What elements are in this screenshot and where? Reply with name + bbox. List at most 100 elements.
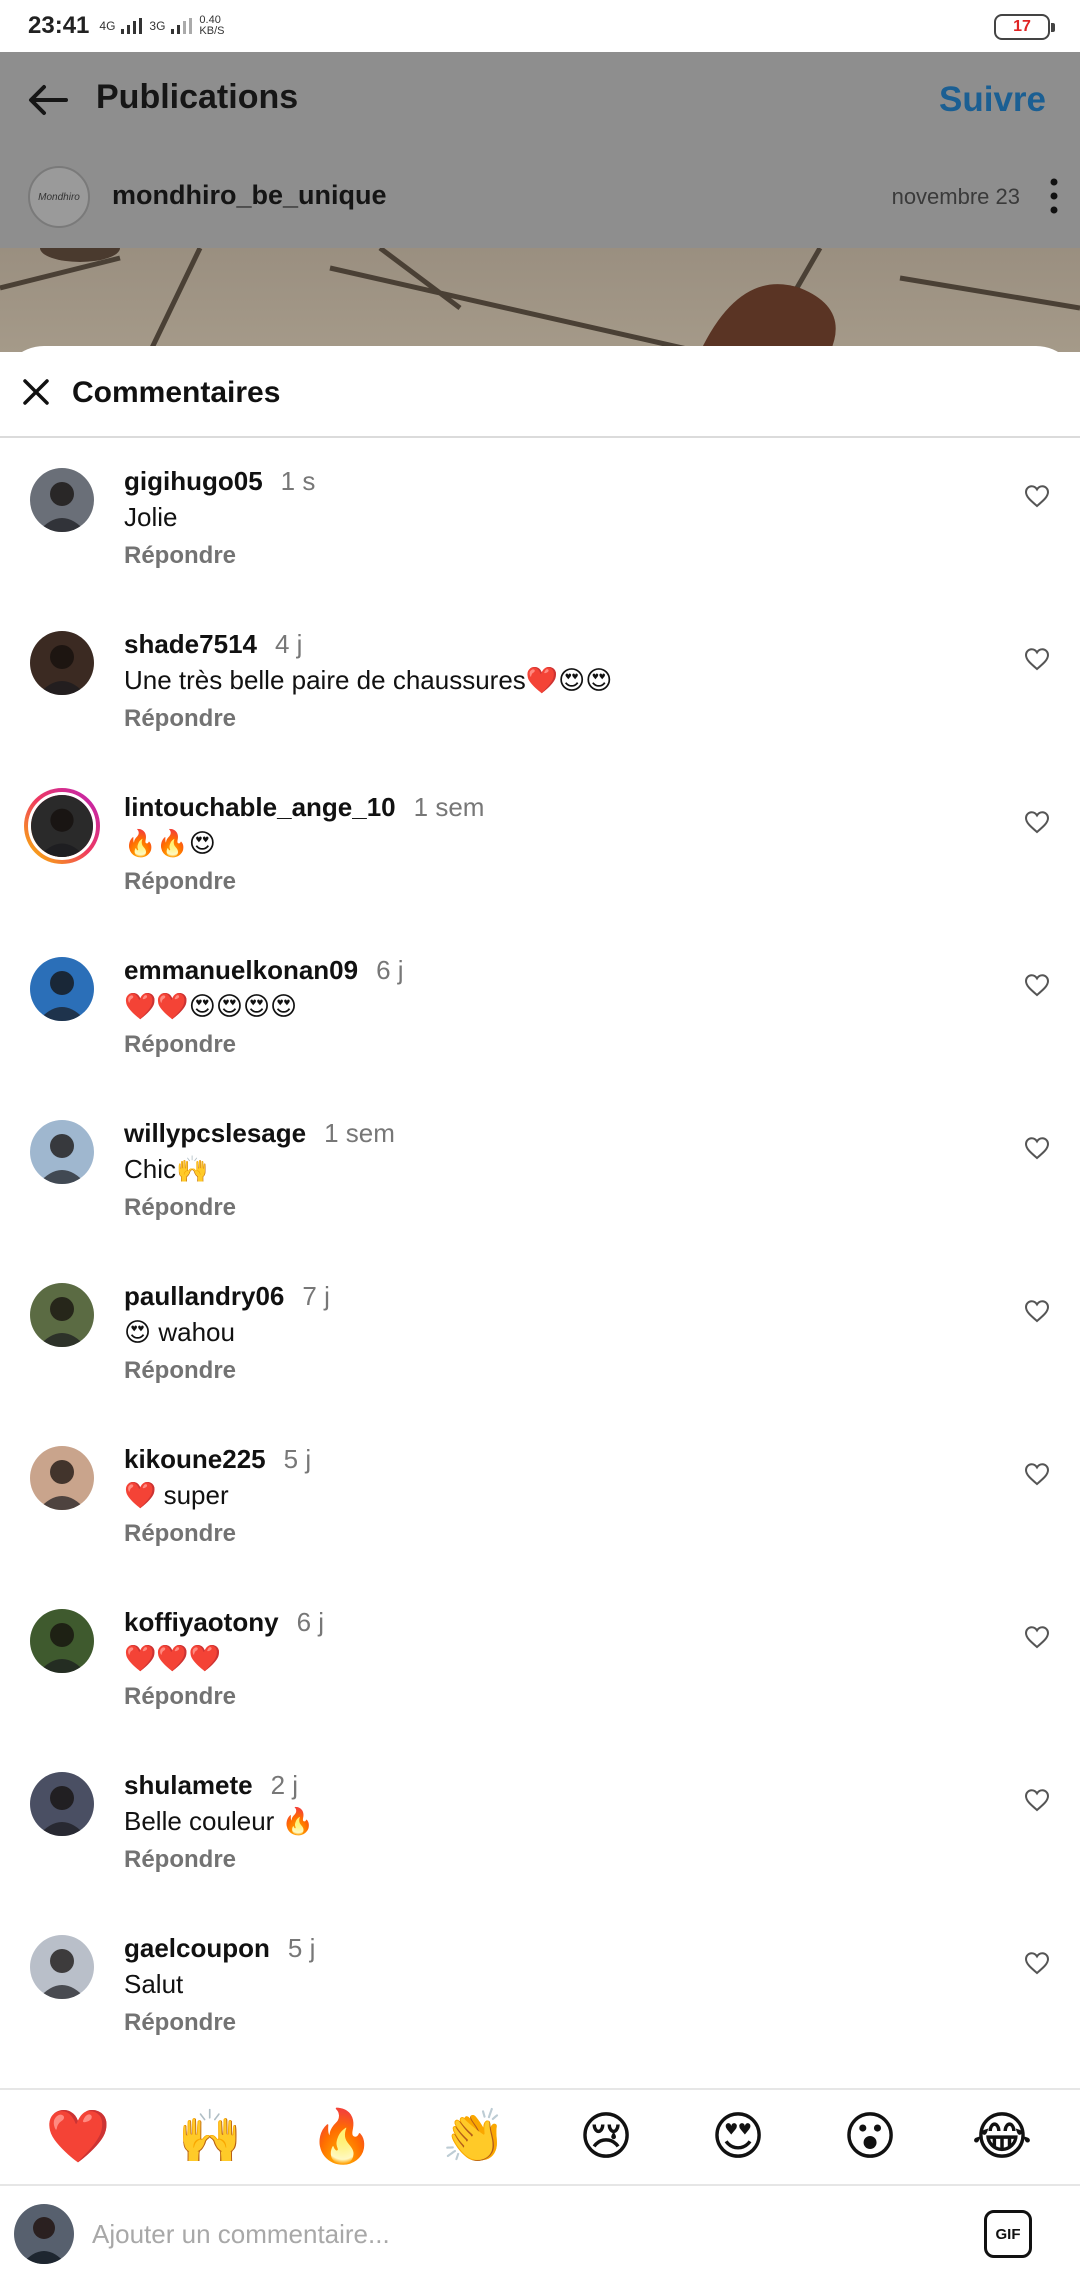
post-image[interactable] (0, 248, 1080, 352)
comment-time: 7 j (302, 1281, 330, 1311)
author-avatar[interactable]: Mondhiro (28, 166, 90, 228)
heart-icon[interactable] (1024, 1462, 1050, 1486)
signal-icon-2 (171, 18, 193, 34)
commenter-avatar[interactable] (30, 1935, 94, 1999)
commenter-avatar[interactable] (30, 1283, 94, 1347)
comments-sheet: Commentaires gigihugo05 1 s Jolie Répondr… (0, 346, 1080, 2280)
commenter-username[interactable]: kikoune225 (124, 1444, 266, 1474)
comment-item[interactable]: shulamete 2 j Belle couleur 🔥 Répondre (0, 1744, 1080, 1907)
heart-icon[interactable] (1024, 647, 1050, 671)
comment-avatar-art (30, 1935, 94, 1999)
emoji-laughing-face-icon[interactable]: 😂 (962, 2089, 1042, 2185)
reply-button[interactable]: Répondre (124, 1520, 236, 1548)
reply-button[interactable]: Répondre (124, 1357, 236, 1385)
heart-icon[interactable] (1024, 973, 1050, 997)
commenter-username-row: shade7514 4 j (124, 629, 302, 660)
reply-button[interactable]: Répondre (124, 1846, 236, 1874)
author-username[interactable]: mondhiro_be_unique (112, 180, 387, 211)
commenter-avatar[interactable] (30, 1772, 94, 1836)
comment-item[interactable]: paullandry06 7 j 😍 wahou Répondre (0, 1255, 1080, 1418)
commenter-username[interactable]: shulamete (124, 1770, 253, 1800)
comment-item[interactable]: shade7514 4 j Une très belle paire de cha… (0, 603, 1080, 766)
emoji-fire-icon[interactable]: 🔥 (302, 2089, 382, 2185)
commenter-username[interactable]: gigihugo05 (124, 466, 263, 496)
commenter-avatar[interactable] (30, 1609, 94, 1673)
emoji-clapping-hands-icon[interactable]: 👏 (434, 2089, 514, 2185)
commenter-avatar[interactable] (24, 788, 100, 864)
comment-item[interactable]: lintouchable_ange_10 1 sem 🔥🔥😍 Répondre (0, 766, 1080, 929)
speed-unit: KB/S (199, 25, 225, 37)
follow-button[interactable]: Suivre (939, 80, 1046, 120)
back-arrow-icon[interactable] (24, 76, 72, 124)
comment-text: Salut (124, 1969, 184, 1999)
commenter-username[interactable]: willypcslesage (124, 1118, 306, 1148)
gif-button[interactable]: GIF (984, 2210, 1032, 2258)
commenter-username[interactable]: lintouchable_ange_10 (124, 792, 396, 822)
reply-button[interactable]: Répondre (124, 1194, 236, 1222)
reply-button[interactable]: Répondre (124, 2009, 236, 2037)
comment-list: gigihugo05 1 s Jolie Répondre shade7514 4 … (0, 440, 1080, 2070)
reply-button[interactable]: Répondre (124, 542, 236, 570)
post-date: novembre 23 (891, 184, 1020, 209)
comment-input[interactable] (92, 2208, 952, 2260)
reply-button[interactable]: Répondre (124, 1683, 236, 1711)
comment-avatar-art (30, 468, 94, 532)
comment-time: 1 s (280, 466, 316, 496)
network-4g-label: 4G (99, 19, 116, 33)
comment-item[interactable]: kikoune225 5 j ❤️ super Répondre (0, 1418, 1080, 1581)
network-3g-label: 3G (149, 19, 166, 33)
close-icon[interactable] (20, 376, 52, 408)
heart-icon[interactable] (1024, 810, 1050, 834)
commenter-avatar[interactable] (30, 1446, 94, 1510)
comment-item[interactable]: gaelcoupon 5 j Salut Répondre (0, 1907, 1080, 2070)
current-user-avatar-art (14, 2204, 74, 2264)
current-user-avatar (14, 2204, 74, 2264)
emoji-raised-hands-icon[interactable]: 🙌 (170, 2089, 250, 2185)
emoji-heart-eyes-face-icon[interactable]: 😍 (698, 2089, 778, 2185)
page-title: Publications (96, 78, 299, 116)
commenter-username[interactable]: paullandry06 (124, 1281, 284, 1311)
comment-time: 6 j (376, 955, 404, 985)
reply-button[interactable]: Répondre (124, 705, 236, 733)
comment-item[interactable]: koffiyaotony 6 j ❤️❤️❤️ Répondre (0, 1581, 1080, 1744)
commenter-username[interactable]: shade7514 (124, 629, 257, 659)
commenter-username-row: gaelcoupon 5 j (124, 1933, 315, 1964)
commenter-username-row: gigihugo05 1 s (124, 466, 315, 497)
comment-item[interactable]: gigihugo05 1 s Jolie Répondre (0, 440, 1080, 603)
heart-icon[interactable] (1024, 1136, 1050, 1160)
commenter-username[interactable]: gaelcoupon (124, 1933, 270, 1963)
reply-button[interactable]: Répondre (124, 868, 236, 896)
comment-time: 5 j (287, 1933, 316, 1963)
emoji-reaction-bar: ❤️ 🙌 🔥 👏 😢 😍 😮 😂 (0, 2088, 1080, 2184)
comment-text: Jolie (124, 502, 178, 532)
commenter-username-row: lintouchable_ange_10 1 sem (124, 792, 484, 823)
comment-item[interactable]: emmanuelkonan09 6 j ❤️❤️😍😍😍😍 Répondre (0, 929, 1080, 1092)
comment-composer: GIF (0, 2184, 1080, 2280)
comment-text: Une très belle paire de chaussures❤️😍😍 (124, 665, 613, 695)
reply-button[interactable]: Répondre (124, 1031, 236, 1059)
comment-item[interactable]: willypcslesage 1 sem Chic🙌 Répondre (0, 1092, 1080, 1255)
comment-text: 😍 wahou (124, 1317, 235, 1347)
emoji-crying-face-icon[interactable]: 😢 (566, 2089, 646, 2185)
comment-avatar-art (30, 1283, 94, 1347)
comment-text: ❤️ super (124, 1480, 229, 1510)
commenter-avatar[interactable] (30, 957, 94, 1021)
heart-icon[interactable] (1024, 1625, 1050, 1649)
commenter-username[interactable]: emmanuelkonan09 (124, 955, 358, 985)
emoji-surprised-face-icon[interactable]: 😮 (830, 2089, 910, 2185)
commenter-avatar[interactable] (30, 1120, 94, 1184)
heart-icon[interactable] (1024, 1788, 1050, 1812)
commenter-username-row: koffiyaotony 6 j (124, 1607, 324, 1638)
commenter-username[interactable]: koffiyaotony (124, 1607, 279, 1637)
more-options-icon[interactable] (1046, 176, 1062, 216)
heart-icon[interactable] (1024, 1299, 1050, 1323)
commenter-avatar[interactable] (30, 631, 94, 695)
heart-icon[interactable] (1024, 484, 1050, 508)
comments-sheet-header: Commentaires (0, 346, 1080, 438)
emoji-heart-icon[interactable]: ❤️ (38, 2089, 118, 2185)
post-image-art (0, 248, 1080, 352)
comment-avatar-art (30, 1446, 94, 1510)
comment-avatar-art (31, 795, 93, 857)
heart-icon[interactable] (1024, 1951, 1050, 1975)
commenter-avatar[interactable] (30, 468, 94, 532)
